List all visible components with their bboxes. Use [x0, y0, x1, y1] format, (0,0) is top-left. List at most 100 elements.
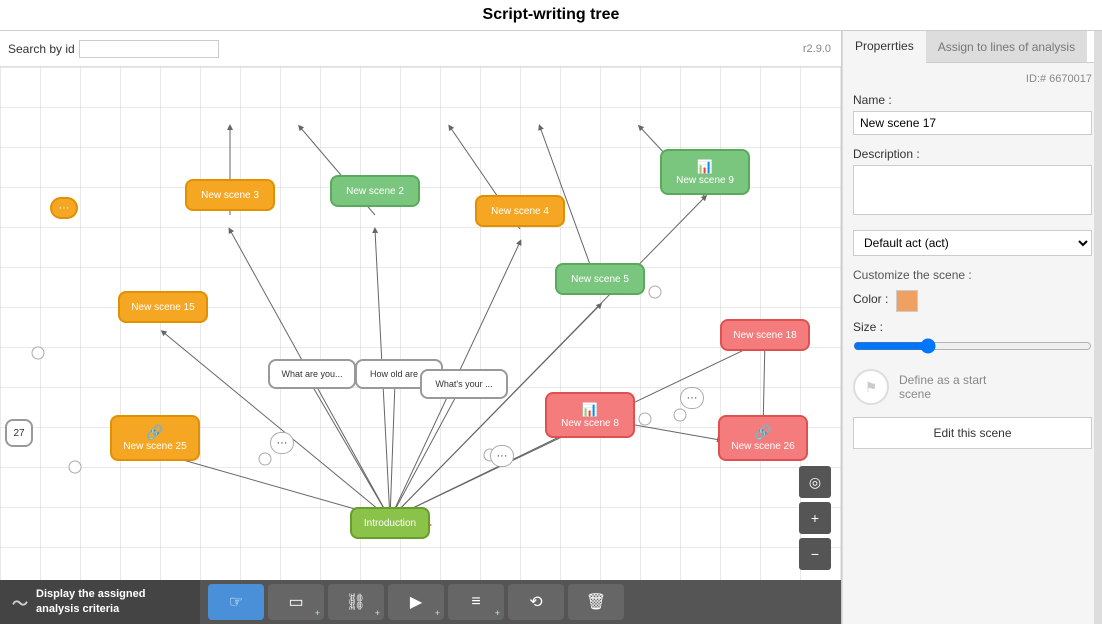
node-question-1[interactable]: What are you...	[268, 359, 356, 389]
tab-assign[interactable]: Assign to lines of analysis	[926, 31, 1087, 62]
node-ellipsis-2[interactable]: ···	[270, 432, 294, 454]
id-value: 6670017	[1049, 73, 1092, 85]
node-label: New scene 26	[731, 441, 794, 452]
name-field: Name :	[853, 93, 1092, 135]
node-icon: 📊	[582, 402, 598, 418]
link-icon: 🔗	[754, 424, 771, 441]
node-ellipsis-1[interactable]: ···	[50, 197, 78, 219]
node-label: New scene 18	[733, 330, 796, 341]
play-icon: ▶	[410, 592, 422, 612]
act-field: Default act (act)	[853, 230, 1092, 256]
panel-scrollbar[interactable]	[1094, 31, 1102, 624]
panel-id-row: ID:# 6670017	[853, 73, 1092, 85]
tool-delete-button[interactable]: 🗑	[568, 584, 624, 620]
zoom-out-button[interactable]: −	[799, 538, 831, 570]
node-label: New scene 2	[346, 186, 404, 197]
connect-icon: ⟲	[529, 592, 542, 612]
version-label: r2.9.0	[803, 43, 831, 55]
node-new-scene-26[interactable]: 🔗 New scene 26	[718, 415, 808, 461]
display-criteria-button[interactable]: 〜 Display the assignedanalysis criteria	[0, 580, 200, 624]
node-label: What's your ...	[435, 379, 492, 389]
link-icon: ⛓	[346, 592, 366, 612]
node-new-scene-4[interactable]: New scene 4	[475, 195, 565, 227]
search-input[interactable]	[79, 40, 219, 58]
tool-list-button[interactable]: ≡ +	[448, 584, 504, 620]
node-new-scene-5[interactable]: New scene 5	[555, 263, 645, 295]
zoom-in-button[interactable]: +	[799, 502, 831, 534]
node-27[interactable]: 27	[5, 419, 33, 447]
node-label: New scene 8	[561, 418, 619, 429]
tab-properties[interactable]: Properrties	[843, 31, 926, 63]
description-label: Description :	[853, 147, 1092, 161]
plus-badge: +	[315, 608, 320, 618]
start-scene-icon: ⚑	[853, 369, 889, 405]
act-select[interactable]: Default act (act)	[853, 230, 1092, 256]
tool-play-button[interactable]: ▶ +	[388, 584, 444, 620]
description-field: Description :	[853, 147, 1092, 218]
panel-tabs: Properrties Assign to lines of analysis	[843, 31, 1102, 63]
color-row: Color :	[853, 290, 1092, 312]
bottom-toolbar: 〜 Display the assignedanalysis criteria …	[0, 580, 841, 624]
customize-section: Customize the scene : Color : Size :	[853, 268, 1092, 357]
canvas-area: Search by id r2.9.0	[0, 31, 842, 624]
node-label: What are you...	[281, 369, 342, 379]
description-textarea[interactable]	[853, 165, 1092, 215]
tool-touch-button[interactable]: ☞	[208, 584, 264, 620]
flag-icon: ⚑	[865, 379, 878, 396]
node-new-scene-18[interactable]: New scene 18	[720, 319, 810, 351]
search-label: Search by id	[8, 42, 75, 56]
delete-icon: 🗑	[586, 592, 606, 612]
act-select-row: Default act (act)	[853, 230, 1092, 256]
node-new-scene-3[interactable]: New scene 3	[185, 179, 275, 211]
canvas-grid: New scene 3 New scene 2 New scene 4 New …	[0, 67, 841, 580]
plus-badge: +	[375, 608, 380, 618]
plus-badge: +	[495, 608, 500, 618]
node-label: New scene 15	[131, 302, 194, 313]
right-panel: Properrties Assign to lines of analysis …	[842, 31, 1102, 624]
node-new-scene-9[interactable]: 📊 New scene 9	[660, 149, 750, 195]
node-new-scene-2[interactable]: New scene 2	[330, 175, 420, 207]
node-question-3[interactable]: What's your ...	[420, 369, 508, 399]
title-text: Script-writing tree	[483, 6, 620, 23]
tool-scene-button[interactable]: ▭ +	[268, 584, 324, 620]
node-new-scene-25[interactable]: 🔗 New scene 25	[110, 415, 200, 461]
canvas-svg	[0, 67, 841, 580]
size-label: Size :	[853, 320, 883, 334]
node-label: New scene 25	[123, 441, 186, 452]
node-new-scene-15[interactable]: New scene 15	[118, 291, 208, 323]
touch-icon: ☞	[229, 592, 243, 612]
id-label: ID:#	[1026, 73, 1046, 85]
canvas-toolbar: Search by id r2.9.0	[0, 31, 841, 67]
node-label: Introduction	[364, 518, 416, 529]
node-label: New scene 9	[676, 175, 734, 186]
name-input[interactable]	[853, 111, 1092, 135]
color-swatch[interactable]	[896, 290, 918, 312]
toolbar-tools: ☞ ▭ + ⛓ + ▶ + ≡	[200, 584, 632, 620]
link-icon: 🔗	[146, 424, 163, 441]
panel-scroll: ID:# 6670017 Name : Description : Defaul…	[843, 63, 1102, 624]
node-introduction[interactable]: Introduction	[350, 507, 430, 539]
tool-connect-button[interactable]: ⟲	[508, 584, 564, 620]
wave-icon: 〜	[12, 590, 28, 614]
tool-link-button[interactable]: ⛓ +	[328, 584, 384, 620]
display-criteria-label: Display the assignedanalysis criteria	[36, 587, 145, 618]
list-icon: ≡	[471, 593, 480, 611]
node-label: New scene 3	[201, 190, 259, 201]
node-ellipsis-4[interactable]: ···	[680, 387, 704, 409]
scene-icon: ▭	[288, 592, 303, 612]
mini-controls: ◎ + −	[799, 466, 831, 570]
node-ellipsis-3[interactable]: ···	[490, 445, 514, 467]
node-icon: 📊	[697, 159, 713, 175]
customize-label: Customize the scene :	[853, 268, 1092, 282]
node-label: New scene 4	[491, 206, 549, 217]
app-container: Script-writing tree Search by id r2.9.0	[0, 0, 1102, 624]
size-slider[interactable]	[853, 338, 1092, 354]
edit-scene-button[interactable]: Edit this scene	[853, 417, 1092, 449]
app-title: Script-writing tree	[0, 0, 1102, 31]
focus-button[interactable]: ◎	[799, 466, 831, 498]
node-label: New scene 5	[571, 274, 629, 285]
node-new-scene-8[interactable]: 📊 New scene 8	[545, 392, 635, 438]
main-content: Search by id r2.9.0	[0, 31, 1102, 624]
start-scene-label: Define as a startscene	[899, 373, 986, 401]
plus-badge: +	[435, 608, 440, 618]
